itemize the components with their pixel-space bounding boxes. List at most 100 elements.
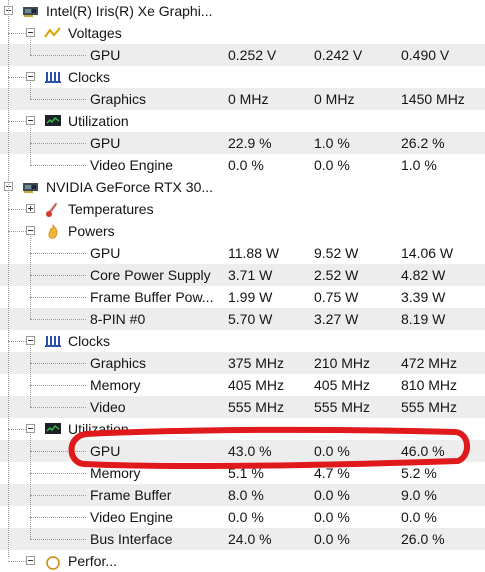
device-node[interactable]: NVIDIA GeForce RTX 30... [0, 176, 485, 198]
sensor-label: GPU [90, 443, 121, 459]
tree-connector [8, 33, 26, 34]
value-current: 11.88 W [228, 245, 280, 261]
value-min: 555 MHz [314, 399, 371, 415]
value-max: 26.2 % [401, 135, 445, 151]
value-current: 22.9 % [228, 135, 272, 151]
tree-connector [8, 429, 26, 430]
value-max: 0.0 % [401, 509, 437, 525]
category-node[interactable]: Clocks [0, 330, 485, 352]
value-current: 1.99 W [228, 289, 273, 305]
value-max: 472 MHz [401, 355, 458, 371]
collapse-toggle-icon[interactable] [26, 424, 35, 433]
category-label: Utilization [68, 113, 129, 129]
category-node[interactable]: Utilization [0, 418, 485, 440]
tree-connector [30, 346, 31, 407]
tree-connector [30, 363, 86, 364]
tree-connector [30, 495, 86, 496]
category-label: Perfor... [68, 553, 118, 569]
value-current: 8.0 % [228, 487, 264, 503]
value-current: 0.0 % [228, 509, 264, 525]
tree-connector [8, 121, 26, 122]
category-node[interactable]: Utilization [0, 110, 485, 132]
value-max: 1450 MHz [401, 91, 465, 107]
value-min: 0.0 % [314, 157, 350, 173]
value-current: 0.252 V [228, 47, 277, 63]
value-current: 3.71 W [228, 267, 273, 283]
value-min: 0.0 % [314, 487, 350, 503]
power-flame-icon [44, 224, 62, 240]
expand-toggle-icon[interactable] [26, 204, 35, 213]
value-max: 8.19 W [401, 311, 446, 327]
sensor-label: Memory [90, 465, 141, 481]
value-current: 5.70 W [228, 311, 273, 327]
value-min: 0.0 % [314, 509, 350, 525]
tree-connector [30, 143, 86, 144]
category-node[interactable]: Perfor... [0, 550, 485, 572]
tree-connector [30, 407, 86, 408]
collapse-toggle-icon[interactable] [26, 116, 35, 125]
collapse-toggle-icon[interactable] [26, 28, 35, 37]
tree-connector [30, 451, 86, 452]
tree-connector [8, 341, 26, 342]
value-min: 0.75 W [314, 289, 359, 305]
collapse-toggle-icon[interactable] [26, 556, 35, 565]
category-node[interactable]: Clocks [0, 66, 485, 88]
device-label: Intel(R) Iris(R) Xe Graphi... [46, 3, 213, 19]
value-min: 9.52 W [314, 245, 359, 261]
collapse-toggle-icon[interactable] [26, 336, 35, 345]
voltage-icon [44, 26, 62, 42]
tree-connector [30, 297, 86, 298]
value-current: 0 MHz [228, 91, 269, 107]
value-max: 5.2 % [401, 465, 437, 481]
category-node[interactable]: Voltages [0, 22, 485, 44]
value-current: 555 MHz [228, 399, 285, 415]
tree-connector [8, 209, 26, 210]
value-min: 0.0 % [314, 443, 350, 459]
category-node[interactable]: Temperatures [0, 198, 485, 220]
value-min: 0 MHz [314, 91, 355, 107]
sensor-label: Memory [90, 377, 141, 393]
value-max: 14.06 W [401, 245, 454, 261]
tree-connector [8, 0, 9, 557]
tree-connector [30, 253, 86, 254]
value-max: 810 MHz [401, 377, 458, 393]
sensor-label: Graphics [90, 91, 147, 107]
tree-connector [30, 434, 31, 539]
value-current: 24.0 % [228, 531, 272, 547]
collapse-toggle-icon[interactable] [26, 226, 35, 235]
value-max: 26.0 % [401, 531, 445, 547]
value-min: 210 MHz [314, 355, 371, 371]
tree-connector [30, 236, 31, 319]
value-max: 3.39 W [401, 289, 446, 305]
sensor-tree[interactable]: Intel(R) Iris(R) Xe Graphi... Voltages GPU… [0, 0, 485, 570]
sensor-label: Core Power Supply [90, 267, 211, 283]
sensor-label: GPU [90, 47, 121, 63]
tree-connector [30, 319, 86, 320]
value-min: 1.0 % [314, 135, 350, 151]
sensor-label: GPU [90, 245, 121, 261]
tree-connector [30, 517, 86, 518]
value-min: 0.242 V [314, 47, 363, 63]
value-current: 405 MHz [228, 377, 285, 393]
value-min: 2.52 W [314, 267, 359, 283]
category-label: Voltages [68, 25, 122, 41]
tree-connector [30, 55, 86, 56]
value-current: 43.0 % [228, 443, 272, 459]
tree-connector [8, 561, 26, 562]
tree-connector [8, 77, 26, 78]
tree-connector [30, 275, 86, 276]
sensor-label: 8-PIN #0 [90, 311, 146, 327]
tree-connector [30, 473, 86, 474]
value-max: 555 MHz [401, 399, 458, 415]
value-current: 375 MHz [228, 355, 285, 371]
category-node[interactable]: Powers [0, 220, 485, 242]
monitor-icon [44, 114, 62, 130]
collapse-toggle-icon[interactable] [26, 72, 35, 81]
tree-connector [30, 126, 31, 165]
category-label: Clocks [68, 333, 111, 349]
value-max: 4.82 W [401, 267, 446, 283]
performance-icon [44, 554, 62, 570]
thermometer-icon [44, 202, 62, 218]
value-current: 0.0 % [228, 157, 264, 173]
device-node[interactable]: Intel(R) Iris(R) Xe Graphi... [0, 0, 485, 22]
